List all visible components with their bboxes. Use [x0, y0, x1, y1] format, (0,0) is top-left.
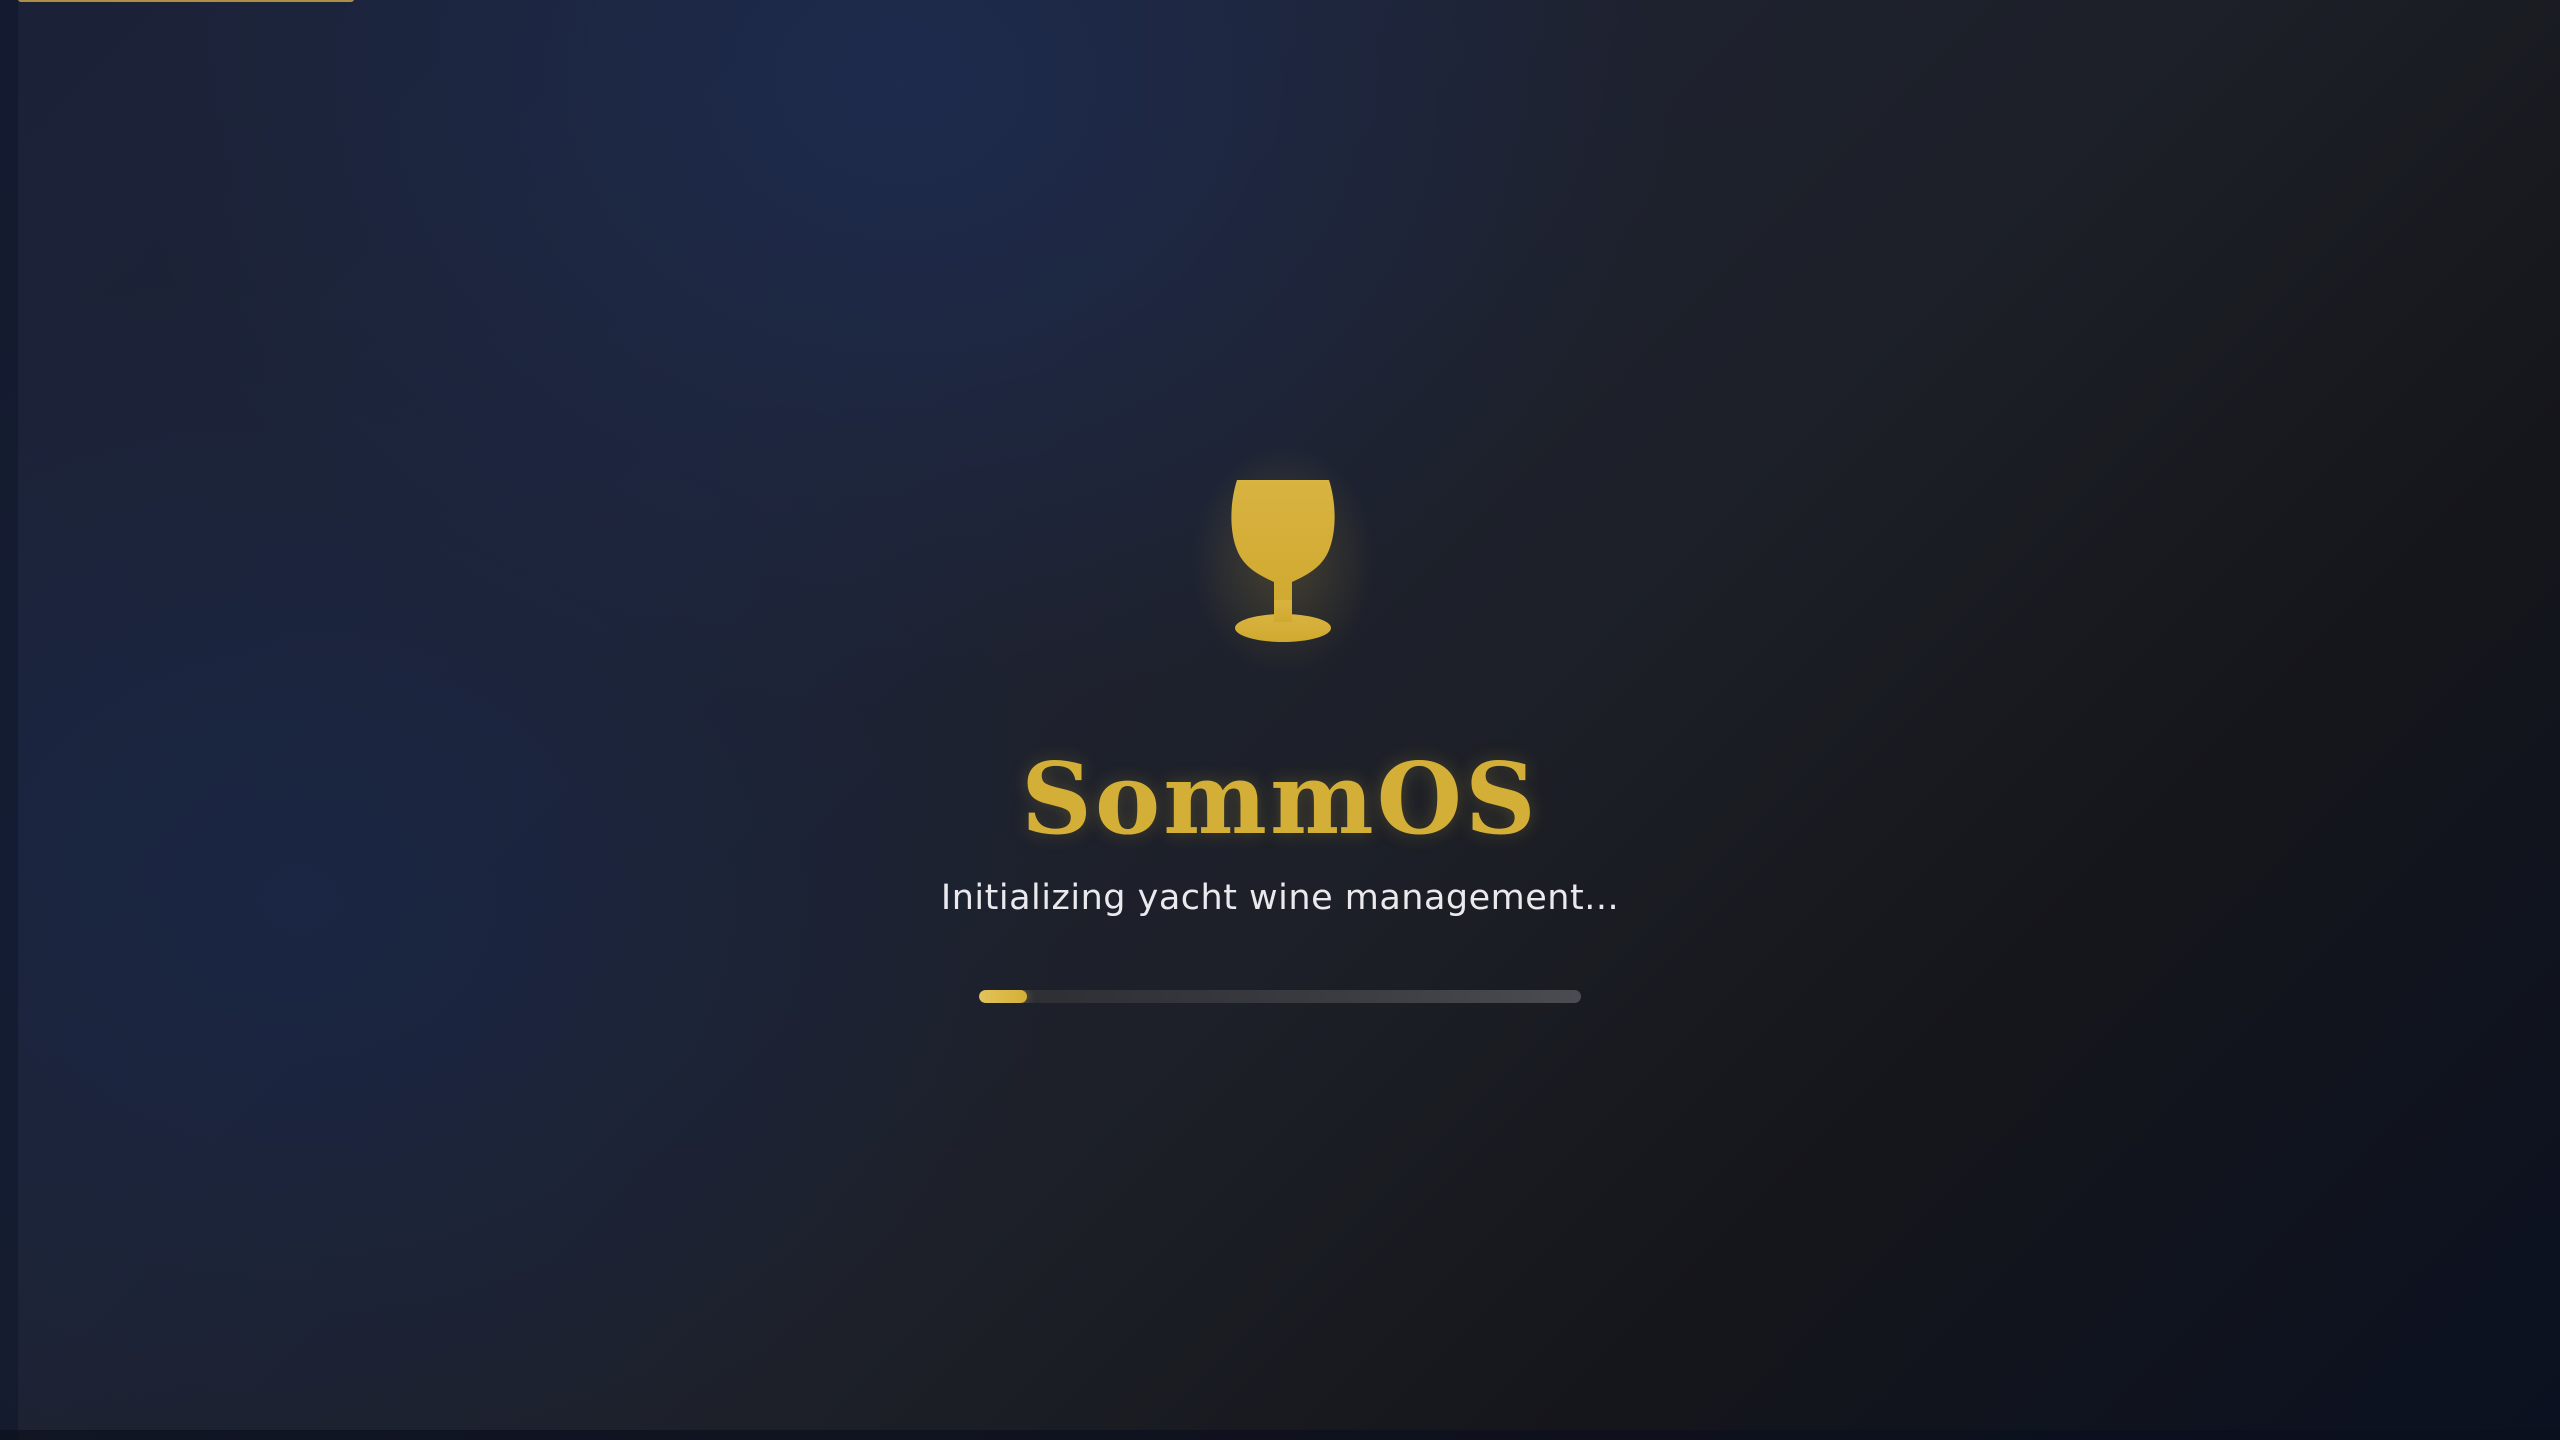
wine-glass-icon	[1231, 480, 1335, 642]
loading-status-text: Initializing yacht wine management...	[940, 878, 1620, 918]
loading-progress-fill	[979, 990, 1028, 1003]
loading-progress-bar	[979, 990, 1581, 1003]
wine-glass-bowl	[1231, 480, 1335, 608]
splash-screen: { "app": { "title": "SommOS", "logo_icon…	[0, 0, 2560, 1440]
splash-content: SommOS Initializing yacht wine managemen…	[0, 0, 2560, 1440]
window-bottom-edge	[0, 1430, 2560, 1440]
app-title: SommOS	[1021, 742, 1539, 857]
wine-glass-stem	[1274, 600, 1292, 622]
